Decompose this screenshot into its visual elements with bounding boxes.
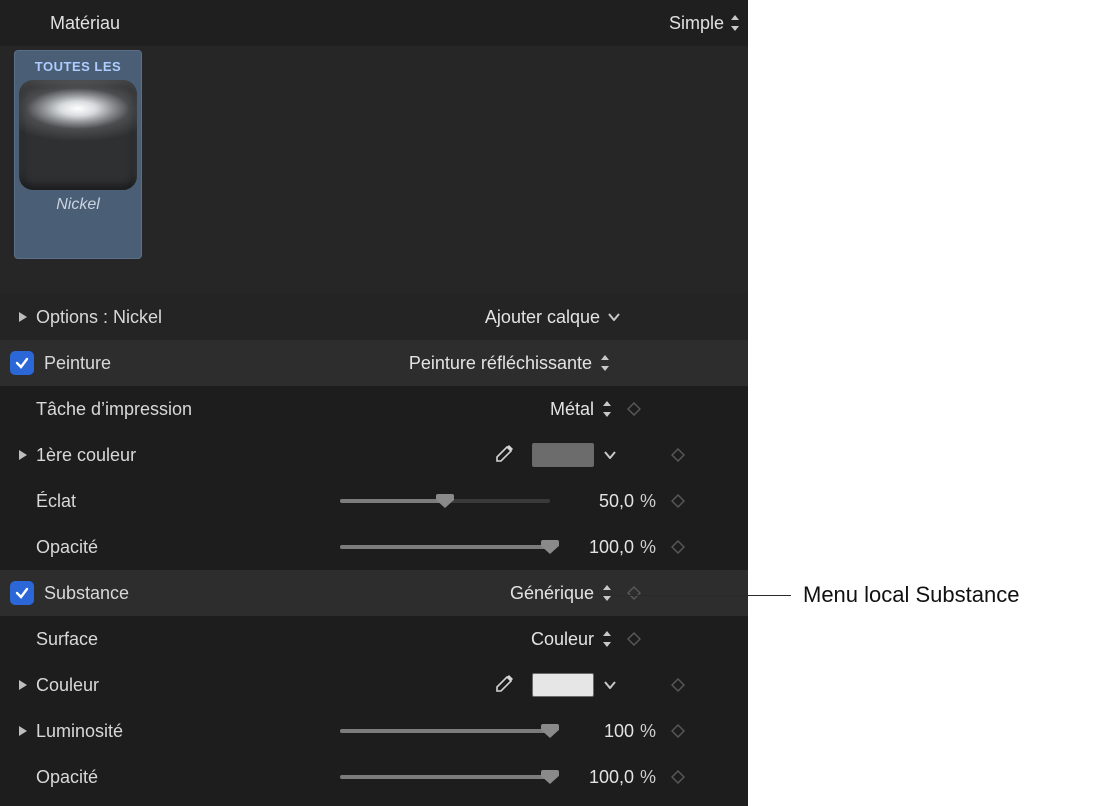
chevron-down-icon — [608, 313, 620, 321]
options-label: Options : Nickel — [36, 307, 162, 328]
options-row[interactable]: Options : Nickel Ajouter calque — [0, 294, 748, 340]
keyframe-icon[interactable] — [656, 494, 700, 508]
material-tile[interactable]: TOUTES LES Nickel — [14, 50, 142, 259]
peinture-opacity-row: Opacité 100,0 % — [0, 524, 748, 570]
chevron-down-icon[interactable] — [604, 681, 616, 689]
peinture-label: Peinture — [44, 353, 111, 374]
couleur-label: Couleur — [36, 675, 99, 696]
material-library: TOUTES LES Nickel — [0, 46, 748, 294]
peinture-opacity-label: Opacité — [36, 537, 98, 558]
peinture-section: Peinture Peinture réfléchissante — [0, 340, 748, 386]
material-name: Nickel — [19, 196, 137, 214]
peinture-opacity-slider[interactable] — [340, 539, 550, 555]
substance-checkbox[interactable] — [10, 581, 34, 605]
eclat-row: Éclat 50,0 % — [0, 478, 748, 524]
eclat-label: Éclat — [36, 491, 76, 512]
material-mode-select[interactable]: Simple — [669, 13, 740, 34]
percent-unit: % — [640, 721, 656, 742]
updown-icon — [730, 15, 740, 31]
luminosity-row: Luminosité 100 % — [0, 708, 748, 754]
luminosity-label: Luminosité — [36, 721, 123, 742]
percent-unit: % — [640, 537, 656, 558]
percent-unit: % — [640, 491, 656, 512]
surface-row: Surface Couleur — [0, 616, 748, 662]
keyframe-icon[interactable] — [656, 770, 700, 784]
print-job-label: Tâche d’impression — [36, 399, 192, 420]
first-color-row: 1ère couleur — [0, 432, 748, 478]
peinture-checkbox[interactable] — [10, 351, 34, 375]
print-job-row: Tâche d’impression Métal — [0, 386, 748, 432]
chevron-down-icon[interactable] — [604, 451, 616, 459]
percent-unit: % — [640, 767, 656, 788]
first-color-label: 1ère couleur — [36, 445, 136, 466]
print-job-value: Métal — [550, 399, 594, 420]
keyframe-icon[interactable] — [656, 724, 700, 738]
material-header: Matériau Simple — [0, 0, 748, 46]
add-layer-menu[interactable]: Ajouter calque — [485, 307, 620, 328]
substance-type-value: Générique — [510, 583, 594, 604]
substance-opacity-row: Opacité 100,0 % — [0, 754, 748, 800]
eyedropper-icon[interactable] — [492, 674, 514, 696]
keyframe-icon[interactable] — [656, 678, 700, 692]
color-swatch[interactable] — [532, 443, 594, 467]
add-layer-label: Ajouter calque — [485, 307, 600, 328]
material-thumbnail — [19, 80, 137, 190]
disclosure-triangle-icon[interactable] — [10, 725, 36, 737]
keyframe-icon[interactable] — [612, 632, 656, 646]
luminosity-value[interactable]: 100 — [568, 721, 634, 742]
keyframe-icon[interactable] — [656, 448, 700, 462]
luminosity-slider[interactable] — [340, 723, 550, 739]
disclosure-triangle-icon[interactable] — [10, 679, 36, 691]
disclosure-triangle-icon[interactable] — [10, 311, 36, 323]
eclat-value[interactable]: 50,0 — [568, 491, 634, 512]
color-swatch[interactable] — [532, 673, 594, 697]
updown-icon — [602, 631, 612, 647]
inspector-panel: Matériau Simple TOUTES LES Nickel Option… — [0, 0, 748, 806]
surface-label: Surface — [36, 629, 98, 650]
material-tab-all[interactable]: TOUTES LES — [19, 55, 137, 80]
substance-opacity-label: Opacité — [36, 767, 98, 788]
keyframe-icon[interactable] — [656, 540, 700, 554]
eyedropper-icon[interactable] — [492, 444, 514, 466]
peinture-type-select[interactable]: Peinture réfléchissante — [409, 353, 610, 374]
callout-line — [595, 595, 791, 596]
peinture-opacity-value[interactable]: 100,0 — [568, 537, 634, 558]
substance-opacity-slider[interactable] — [340, 769, 550, 785]
eclat-slider[interactable] — [340, 493, 550, 509]
print-job-select[interactable]: Métal — [550, 399, 612, 420]
updown-icon — [602, 401, 612, 417]
substance-opacity-value[interactable]: 100,0 — [568, 767, 634, 788]
surface-select[interactable]: Couleur — [531, 629, 612, 650]
peinture-type-value: Peinture réfléchissante — [409, 353, 592, 374]
updown-icon — [600, 355, 610, 371]
callout: Menu local Substance — [595, 582, 1019, 608]
header-title: Matériau — [50, 13, 120, 34]
couleur-row: Couleur — [0, 662, 748, 708]
substance-label: Substance — [44, 583, 129, 604]
keyframe-icon[interactable] — [612, 402, 656, 416]
callout-text: Menu local Substance — [803, 582, 1019, 608]
disclosure-triangle-icon[interactable] — [10, 449, 36, 461]
surface-value: Couleur — [531, 629, 594, 650]
material-mode-value: Simple — [669, 13, 724, 34]
